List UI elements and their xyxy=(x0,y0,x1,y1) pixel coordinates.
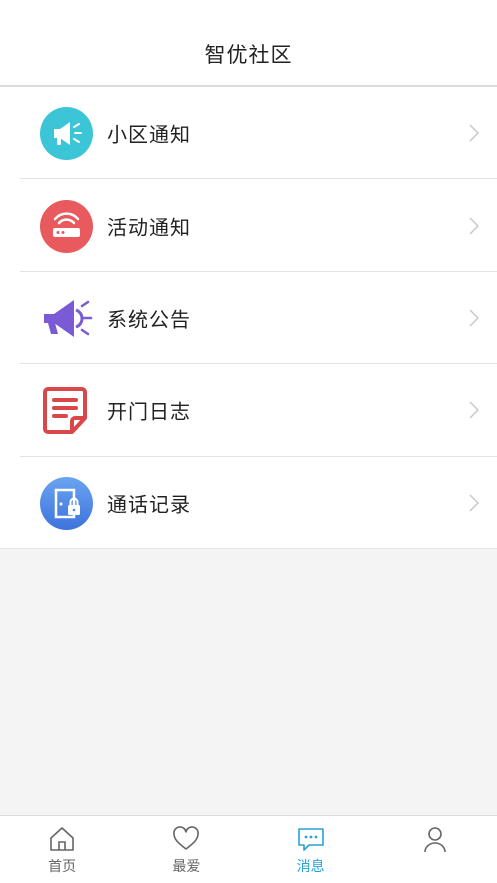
menu-item-label: 通话记录 xyxy=(107,492,191,517)
chat-icon xyxy=(297,828,324,851)
menu-item-label: 开门日志 xyxy=(107,399,191,424)
menu-item-call-log[interactable]: 通话记录 xyxy=(0,457,497,549)
menu-item-door-log[interactable]: 开门日志 xyxy=(0,364,497,457)
tab-label: 消息 xyxy=(296,859,325,875)
menu-item-label: 活动通知 xyxy=(107,215,191,240)
tab-messages[interactable]: 消息 xyxy=(249,816,373,883)
tab-home[interactable]: 首页 xyxy=(0,816,124,883)
tab-label: 最爱 xyxy=(172,859,201,875)
app-header: 智优社区 xyxy=(0,0,497,87)
menu-item-community-notice[interactable]: 小区通知 xyxy=(0,87,497,180)
menu-item-system-announcement[interactable]: 系统公告 xyxy=(0,272,497,365)
menu-list: 小区通知 活动通知 系统公告 开门日志 通话记录 xyxy=(0,87,497,549)
document-icon xyxy=(40,384,93,437)
chevron-right-icon xyxy=(469,309,479,327)
menu-item-label: 系统公告 xyxy=(107,307,191,332)
heart-icon xyxy=(173,826,200,850)
menu-item-activity-notice[interactable]: 活动通知 xyxy=(0,179,497,272)
menu-item-label: 小区通知 xyxy=(107,122,191,147)
page-title: 智优社区 xyxy=(204,43,293,67)
home-icon xyxy=(50,827,74,851)
tab-favorites[interactable]: 最爱 xyxy=(124,816,248,883)
chevron-right-icon xyxy=(469,217,479,235)
door-lock-icon xyxy=(40,476,93,530)
chevron-right-icon xyxy=(469,401,479,419)
chevron-right-icon xyxy=(469,494,479,512)
megaphone-icon xyxy=(40,292,93,345)
tab-profile[interactable] xyxy=(373,816,497,883)
chevron-right-icon xyxy=(469,124,479,142)
megaphone-icon xyxy=(40,107,93,161)
bottom-tab-bar: 首页 最爱 消息 xyxy=(0,815,497,883)
router-icon xyxy=(40,199,93,253)
tab-label: 首页 xyxy=(48,859,77,875)
user-icon xyxy=(424,827,446,853)
